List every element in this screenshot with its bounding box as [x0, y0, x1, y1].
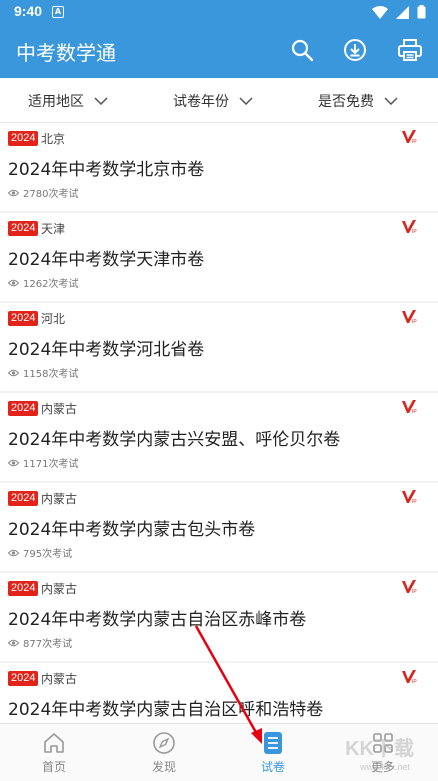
- watermark-logo: KK下载: [345, 738, 414, 760]
- annotation-arrow: [194, 625, 262, 744]
- watermark-url: www.kkx.net: [359, 762, 410, 772]
